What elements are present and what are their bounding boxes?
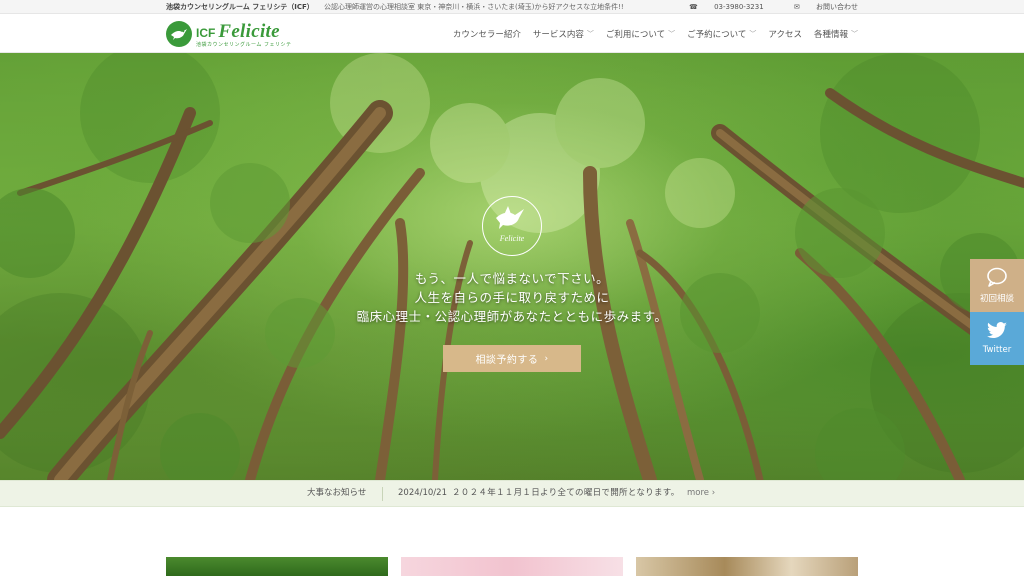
news-more-link[interactable]: more › <box>687 481 715 506</box>
twitter-bird-icon <box>987 322 1007 339</box>
hero-line-1: もう、一人で悩まないで下さい。 <box>414 271 610 286</box>
phone-icon: ☎ <box>689 3 698 11</box>
news-section-label: 大事なお知らせ <box>307 488 367 498</box>
logo-subtitle: 池袋カウンセリングルーム フェリシテ <box>196 41 292 48</box>
site-brand-name: 池袋カウンセリングルーム フェリシテ（ICF） <box>166 3 314 11</box>
top-info-bar: 池袋カウンセリングルーム フェリシテ（ICF） 公認心理師運営の心理相談室 東京… <box>0 0 1024 14</box>
site-tagline: 公認心理師運営の心理相談室 東京・神奈川・横浜・さいたま(埼玉)から好アクセスな… <box>323 3 624 11</box>
bird-logo-icon <box>166 21 192 47</box>
hero-line-2: 人生を自らの手に取り戻すために <box>414 290 610 305</box>
chevron-down-icon: ﹀ <box>851 29 858 38</box>
emblem-label: Felicite <box>499 234 525 243</box>
site-header: ICF Felicite 池袋カウンセリングルーム フェリシテ カウンセラー紹介… <box>0 14 1024 53</box>
phone-link[interactable]: ☎ 03-3980-3231 <box>675 3 766 11</box>
logo-prefix: ICF <box>196 25 216 40</box>
nav-item-counselors[interactable]: カウンセラー紹介 <box>453 28 521 40</box>
phone-number: 03-3980-3231 <box>714 3 764 11</box>
top-info-left: 池袋カウンセリングルーム フェリシテ（ICF） 公認心理師運営の心理相談室 東京… <box>166 0 624 14</box>
contact-label: お問い合わせ <box>816 3 858 11</box>
contact-link[interactable]: ✉ お問い合わせ <box>780 3 858 11</box>
book-consultation-button[interactable]: 相談予約する › <box>443 345 581 372</box>
twitter-button[interactable]: Twitter <box>970 312 1024 365</box>
news-divider <box>382 487 383 501</box>
news-bar: 大事なお知らせ 2024/10/21 ２０２４年１１月１日より全ての曜日で開所と… <box>0 480 1024 507</box>
chat-bubble-icon <box>987 267 1007 287</box>
feature-card-flower-image[interactable] <box>401 557 623 576</box>
nav-item-reservation[interactable]: ご予約について ﹀ <box>687 28 756 40</box>
nav-item-info[interactable]: 各種情報 ﹀ <box>814 28 858 40</box>
nav-item-usage[interactable]: ご利用について ﹀ <box>606 28 675 40</box>
first-consultation-label: 初回相談 <box>979 294 1014 304</box>
twitter-label: Twitter <box>982 345 1012 355</box>
feature-card-room-image[interactable] <box>636 557 858 576</box>
felicite-emblem: Felicite <box>482 196 542 256</box>
main-nav: カウンセラー紹介 サービス内容 ﹀ ご利用について ﹀ ご予約について ﹀ アク… <box>441 14 858 53</box>
cta-label: 相談予約する <box>475 355 539 366</box>
nav-item-services[interactable]: サービス内容 ﹀ <box>533 28 594 40</box>
chevron-down-icon: ﹀ <box>668 29 676 38</box>
news-date: 2024/10/21 <box>398 488 447 498</box>
hero-line-3: 臨床心理士・公認心理師があなたとともに歩みます。 <box>356 309 668 324</box>
chevron-down-icon: ﹀ <box>586 29 594 38</box>
hero-message: もう、一人で悩まないで下さい。 人生を自らの手に取り戻すために 臨床心理士・公認… <box>0 269 1024 326</box>
top-info-right: ☎ 03-3980-3231 ✉ お問い合わせ <box>661 0 858 14</box>
site-logo[interactable]: ICF Felicite 池袋カウンセリングルーム フェリシテ <box>166 19 291 49</box>
chevron-down-icon: ﹀ <box>749 29 757 38</box>
logo-name: Felicite <box>218 20 280 42</box>
hero-banner: Felicite もう、一人で悩まないで下さい。 人生を自らの手に取り戻すために… <box>0 53 1024 480</box>
chevron-right-icon: › <box>544 353 549 364</box>
bird-emblem-icon <box>495 205 524 229</box>
mail-icon: ✉ <box>793 3 800 11</box>
news-message-link[interactable]: ２０２４年１１月１日より全ての曜日で開所となります。 <box>452 481 680 506</box>
nav-item-access[interactable]: アクセス <box>768 28 802 40</box>
feature-card-forest-image[interactable] <box>166 557 388 576</box>
chevron-right-icon: › <box>711 488 716 498</box>
first-consultation-button[interactable]: 初回相談 <box>970 259 1024 312</box>
